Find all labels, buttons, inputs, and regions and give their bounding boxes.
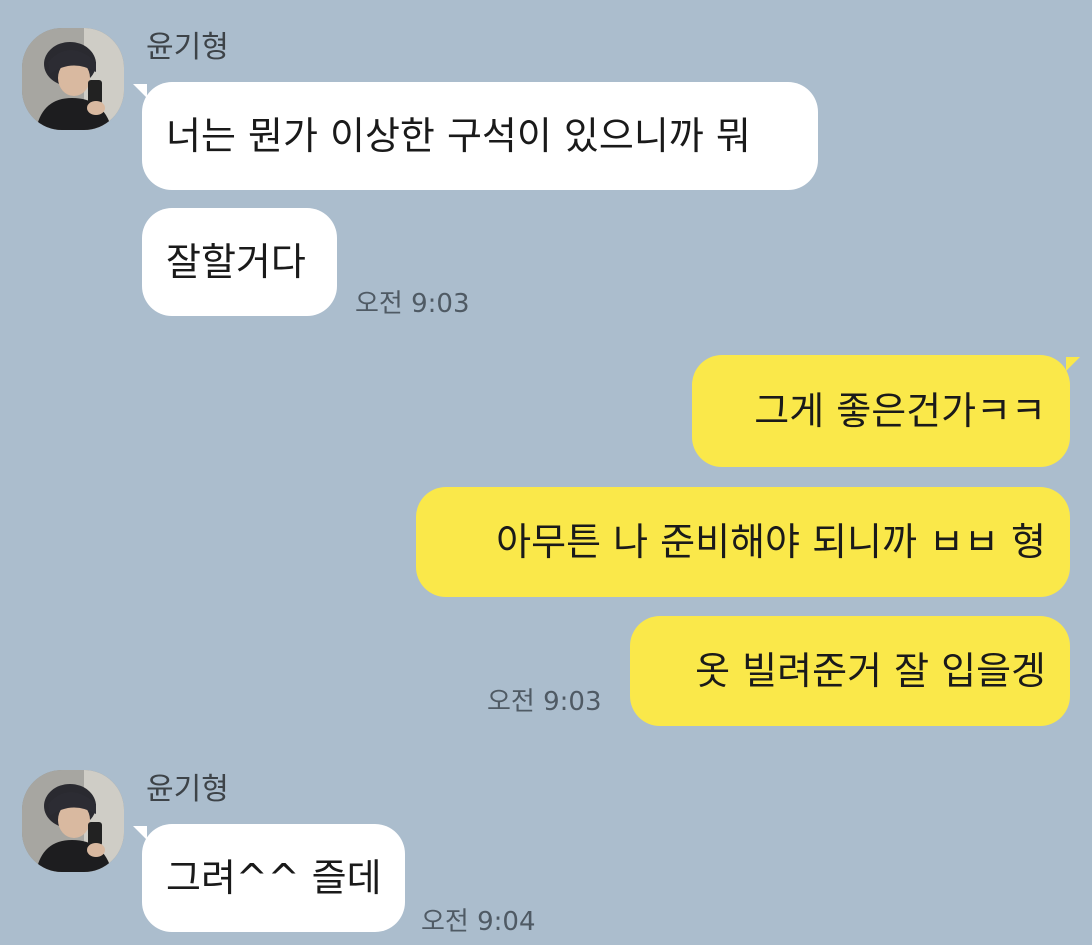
sender-avatar[interactable] <box>22 28 124 130</box>
message-bubble[interactable]: 그게 좋은건가ㅋㅋ <box>692 355 1070 467</box>
message-bubble[interactable]: 잘할거다 <box>142 208 337 316</box>
message-text: 그려^^ 즐데 <box>166 856 382 900</box>
message-text: 그게 좋은건가ㅋㅋ <box>754 389 1046 433</box>
bubble-tail <box>133 84 147 98</box>
message-text: 너는 뭔가 이상한 구석이 있으니까 뭐 <box>166 114 751 158</box>
message-timestamp: 오전 9:03 <box>487 687 602 717</box>
sender-avatar[interactable] <box>22 770 124 872</box>
profile-photo-icon <box>22 770 124 872</box>
message-timestamp: 오전 9:04 <box>421 907 536 937</box>
message-text: 아무튼 나 준비해야 되니까 ㅂㅂ 형 <box>496 520 1046 564</box>
message-bubble[interactable]: 너는 뭔가 이상한 구석이 있으니까 뭐 <box>142 82 818 190</box>
message-bubble[interactable]: 그려^^ 즐데 <box>142 824 405 932</box>
message-text: 옷 빌려준거 잘 입을겡 <box>695 649 1046 693</box>
bubble-tail <box>1066 357 1080 371</box>
profile-photo-icon <box>22 28 124 130</box>
sender-name: 윤기형 <box>146 30 229 65</box>
message-bubble[interactable]: 아무튼 나 준비해야 되니까 ㅂㅂ 형 <box>416 487 1070 597</box>
message-text: 잘할거다 <box>166 240 306 284</box>
message-bubble[interactable]: 옷 빌려준거 잘 입을겡 <box>630 616 1070 726</box>
bubble-tail <box>133 826 147 840</box>
message-timestamp: 오전 9:03 <box>355 289 470 319</box>
sender-name: 윤기형 <box>146 772 229 807</box>
